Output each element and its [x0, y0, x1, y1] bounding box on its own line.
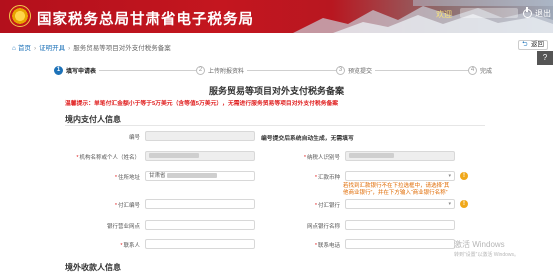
branch-label: 银行营业网点 [106, 224, 140, 230]
section-divider [65, 125, 485, 126]
chevron-down-icon: ▾ [448, 201, 451, 207]
breadcrumb-certificate[interactable]: 证明开具 [39, 45, 65, 52]
address-input[interactable]: 甘肃省 [145, 171, 255, 181]
windows-activation-watermark: 激活 Windows 转到“设置”以激活 Windows。 [454, 239, 519, 258]
step-label: 填写申请表 [66, 69, 97, 75]
step-label: 上传附报资料 [208, 69, 245, 75]
back-button-label: 返回 [531, 41, 544, 48]
step-number: 4 [468, 66, 477, 75]
user-name-redacted [460, 8, 518, 18]
step-label: 预览提交 [348, 69, 373, 75]
contact-input[interactable] [145, 239, 255, 249]
welcome-label: 欢迎 [436, 10, 452, 19]
step-number: 1 [54, 66, 63, 75]
record-no-label: 编号 [128, 135, 140, 141]
step-upload: 2 上传附报资料 [196, 66, 248, 75]
step-number: 2 [196, 66, 205, 75]
taxpayer-name-label: *机构名称或个人（姓名） [76, 155, 140, 161]
bank-select[interactable]: ▾ [345, 199, 455, 209]
phone-label: *联系电话 [314, 243, 340, 249]
logout-link[interactable]: 退出 [535, 8, 551, 19]
steps-connector-line [84, 70, 484, 71]
warm-notice: 温馨提示：单笔付汇金额小于等于5万美元（含等值5万美元），无需进行服务贸易等项目… [65, 101, 339, 107]
step-finish: 4 完成 [468, 66, 496, 75]
branch-input[interactable] [145, 220, 255, 230]
site-title: 国家税务总局甘肃省电子税务局 [37, 12, 254, 28]
home-icon: ⌂ [12, 45, 16, 52]
help-sidebar-button[interactable]: ? [537, 51, 553, 65]
power-icon[interactable] [523, 7, 532, 18]
watermark-line2: 转到“设置”以激活 Windows。 [454, 252, 520, 258]
step-fill-form: 1 填写申请表 [54, 66, 100, 75]
contract-no-input[interactable] [145, 199, 255, 209]
breadcrumb-separator: › [33, 45, 37, 52]
contract-no-label: *付汇编号 [114, 203, 140, 209]
branch-code-input[interactable] [345, 220, 455, 230]
taxpayer-name-field [145, 151, 255, 161]
breadcrumb-home[interactable]: 首页 [18, 45, 31, 52]
branch-code-label: 网点银行名称 [306, 224, 340, 230]
record-no-field [145, 131, 255, 141]
back-button[interactable]: ⮌ 返回 [518, 40, 548, 50]
currency-select[interactable]: ▾ [345, 171, 455, 181]
step-preview: 3 预览提交 [336, 66, 376, 75]
breadcrumb: ⌂ 首页 › 证明开具 › 服务贸易等项目对外支付税务备案 [12, 42, 171, 52]
tax-emblem-logo [9, 5, 31, 27]
address-label: *住所地址 [114, 175, 140, 181]
bank-name-label: *付汇银行 [314, 203, 340, 209]
site-header: 国家税务总局甘肃省电子税务局 欢迎 退出 [0, 0, 553, 33]
phone-input[interactable] [345, 239, 455, 249]
form-title: 服务贸易等项目对外支付税务备案 [208, 86, 344, 96]
bank-help-text: 若找到汇款银行不在下拉选框中，请选择“其他商业银行”，并在下方输入“商业银行名称… [343, 183, 450, 196]
section-overseas-payee: 境外收款人信息 [65, 263, 121, 272]
record-no-hint: 编号提交后系统自动生成，无需填写 [261, 136, 354, 142]
back-arrow-icon: ⮌ [522, 41, 528, 48]
bank-help-icon[interactable]: ! [460, 200, 468, 208]
progress-steps: 1 填写申请表 2 上传附报资料 3 预览提交 4 完成 [54, 66, 496, 78]
currency-help-icon[interactable]: ! [460, 172, 468, 180]
chevron-down-icon: ▾ [448, 173, 451, 179]
taxpayer-id-label: *纳税人识别号 [303, 155, 340, 161]
breadcrumb-current: 服务贸易等项目对外支付税务备案 [73, 45, 171, 52]
watermark-line1: 激活 Windows [454, 240, 505, 249]
currency-label: *汇款币种 [314, 175, 340, 181]
taxpayer-id-field [345, 151, 455, 161]
contact-label: *联系人 [120, 243, 140, 249]
section-domestic-payer: 境内支付人信息 [65, 115, 121, 124]
breadcrumb-separator: › [68, 45, 71, 52]
step-number: 3 [336, 66, 345, 75]
step-label: 完成 [480, 69, 493, 75]
